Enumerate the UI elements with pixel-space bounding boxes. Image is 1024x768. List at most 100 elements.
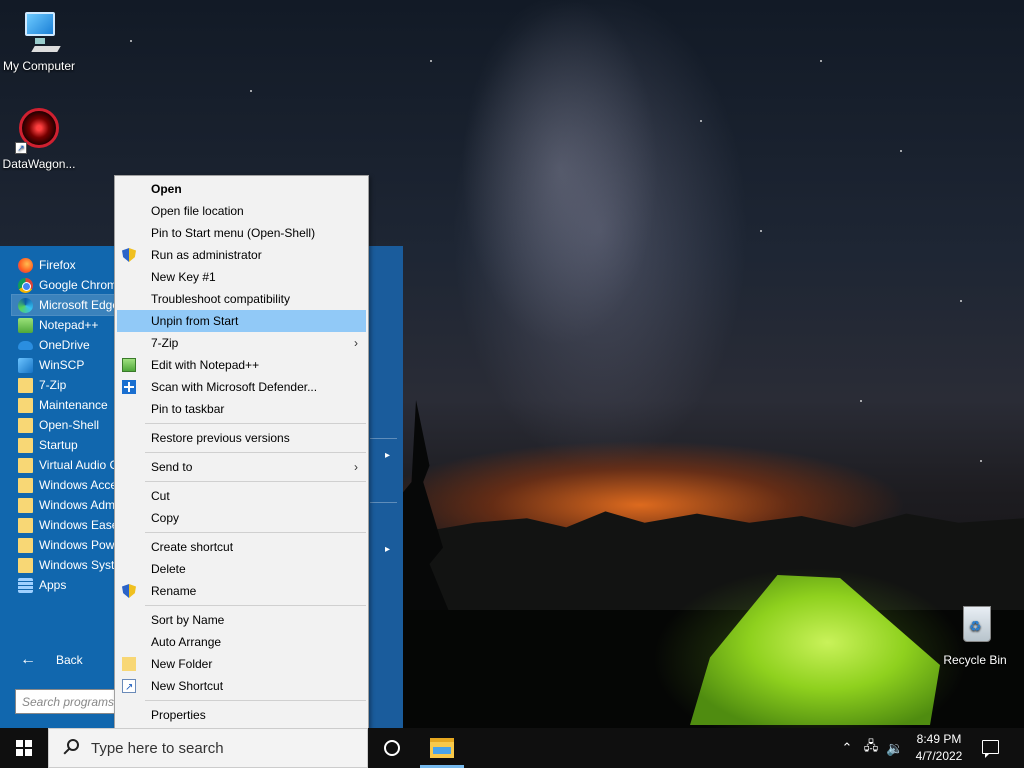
desktop-icon-label: DataWagon... <box>2 157 76 171</box>
program-item[interactable]: WinSCP <box>12 355 122 375</box>
context-menu-item[interactable]: Auto Arrange <box>117 631 366 653</box>
chevron-right-icon[interactable]: ▸ <box>385 544 390 555</box>
program-item[interactable]: Firefox <box>12 255 122 275</box>
context-menu-item[interactable]: Send to › <box>117 456 366 478</box>
start-menu-right-pane <box>369 246 403 728</box>
folder-icon <box>18 457 33 473</box>
network-icon[interactable]: 🖧 <box>860 728 882 768</box>
context-menu-item[interactable]: New Shortcut <box>117 675 366 699</box>
context-menu-item[interactable]: New Key #1 <box>117 266 366 288</box>
computer-icon <box>15 8 63 56</box>
clock-time: 8:49 PM <box>916 732 962 746</box>
context-menu-item[interactable]: 7-Zip › <box>117 332 366 354</box>
context-menu-item[interactable]: Unpin from Start <box>117 310 366 332</box>
apps-icon <box>18 577 33 593</box>
context-menu-item[interactable]: Scan with Microsoft Defender... <box>117 376 366 398</box>
shortcut-icon <box>122 677 136 699</box>
context-menu-item[interactable]: Delete <box>117 558 366 580</box>
context-menu-item[interactable]: Copy <box>117 507 366 529</box>
context-menu-label: Auto Arrange <box>151 635 222 649</box>
folder-icon <box>18 437 33 453</box>
program-item[interactable]: Notepad++ <box>12 315 122 335</box>
edge-icon <box>18 297 33 313</box>
context-menu-label: Edit with Notepad++ <box>151 358 260 372</box>
context-menu-item[interactable]: Run as administrator <box>117 244 366 266</box>
program-item[interactable]: Windows Ease of Access <box>12 515 122 535</box>
folder-icon <box>18 397 33 413</box>
program-label: Windows PowerShell <box>39 538 122 552</box>
back-button[interactable]: ← Back <box>20 651 83 669</box>
context-menu-item[interactable]: Troubleshoot compatibility <box>117 288 366 310</box>
program-item[interactable]: Windows PowerShell <box>12 535 122 555</box>
context-menu-item[interactable]: Create shortcut <box>117 536 366 558</box>
volume-icon[interactable]: 🔉 <box>884 728 906 768</box>
chevron-right-icon[interactable]: ▸ <box>385 450 390 461</box>
context-menu-item[interactable]: Rename <box>117 580 366 602</box>
context-menu-item[interactable]: Sort by Name <box>117 609 366 631</box>
context-menu-item[interactable]: Open file location <box>117 200 366 222</box>
system-clock[interactable]: 8:49 PM 4/7/2022 <box>906 731 972 765</box>
menu-separator <box>145 532 366 533</box>
winscp-icon <box>18 357 33 373</box>
search-programs-input[interactable]: Search programs and files <box>15 689 119 714</box>
menu-separator <box>145 481 366 482</box>
program-label: Startup <box>39 438 78 452</box>
file-explorer-icon[interactable] <box>430 738 454 758</box>
context-menu-item[interactable]: Edit with Notepad++ <box>117 354 366 376</box>
program-item[interactable]: Windows Administrative Tools <box>12 495 122 515</box>
program-item[interactable]: Windows System <box>12 555 122 575</box>
menu-separator <box>145 452 366 453</box>
folder-icon <box>18 537 33 553</box>
chevron-up-icon[interactable]: ⌃ <box>838 728 856 768</box>
folder-icon <box>18 497 33 513</box>
desktop-icon-my-computer[interactable]: My Computer <box>0 8 78 73</box>
context-menu-item[interactable]: Pin to taskbar <box>117 398 366 420</box>
program-label: WinSCP <box>39 358 85 372</box>
context-menu-item[interactable]: Properties <box>117 704 366 726</box>
program-label: 7-Zip <box>39 378 67 392</box>
onedrive-icon <box>18 340 33 350</box>
context-menu-label: Sort by Name <box>151 613 225 627</box>
program-label: Google Chrome <box>39 278 122 292</box>
taskbar-search-box[interactable]: Type here to search <box>48 728 368 768</box>
program-item[interactable]: Open-Shell <box>12 415 122 435</box>
context-menu-item[interactable]: Restore previous versions <box>117 427 366 449</box>
program-item[interactable]: Apps <box>12 575 122 595</box>
chevron-right-icon: › <box>354 336 358 350</box>
context-menu-label: New Folder <box>151 657 213 671</box>
program-item[interactable]: OneDrive <box>12 335 122 355</box>
menu-separator <box>145 605 366 606</box>
notification-center-icon[interactable] <box>982 740 999 758</box>
context-menu-item[interactable]: Cut <box>117 485 366 507</box>
context-menu-item[interactable]: Open <box>117 178 366 200</box>
program-label: Windows Accessories <box>39 478 122 492</box>
program-item[interactable]: Windows Accessories <box>12 475 122 495</box>
context-menu-label: New Key #1 <box>151 270 216 284</box>
cortana-icon[interactable] <box>384 740 400 756</box>
context-menu-label: Properties <box>151 708 206 722</box>
program-label: Apps <box>39 578 67 592</box>
defender-icon <box>122 380 136 394</box>
program-item[interactable]: Microsoft Edge <box>11 294 123 316</box>
notepad-plus-plus-icon <box>122 358 136 372</box>
program-item[interactable]: Virtual Audio Cable <box>12 455 122 475</box>
start-button[interactable] <box>0 728 48 768</box>
context-menu-label: Scan with Microsoft Defender... <box>151 380 318 394</box>
context-menu-label: Create shortcut <box>151 540 234 554</box>
program-item[interactable]: 7-Zip <box>12 375 122 395</box>
program-list: Firefox Google Chrome Microsoft Edge Notepa… <box>11 255 123 595</box>
context-menu-item[interactable]: Pin to Start menu (Open-Shell) <box>117 222 366 244</box>
folder-icon <box>18 377 33 393</box>
program-item[interactable]: Maintenance <box>12 395 122 415</box>
context-menu-label: Copy <box>151 511 180 525</box>
context-menu-item[interactable]: New Folder <box>117 653 366 675</box>
folder-icon <box>18 517 33 533</box>
recycle-bin-icon: ♻ <box>951 602 999 650</box>
folder-icon <box>18 557 33 573</box>
desktop-icon-datawagon[interactable]: ↗ DataWagon... <box>0 106 78 171</box>
desktop-icon-recycle-bin[interactable]: ♻ Recycle Bin <box>936 602 1014 667</box>
program-item[interactable]: Google Chrome <box>12 275 122 295</box>
program-item[interactable]: Startup <box>12 435 122 455</box>
folder-icon <box>18 417 33 433</box>
program-label: Windows Ease of Access <box>39 518 122 532</box>
